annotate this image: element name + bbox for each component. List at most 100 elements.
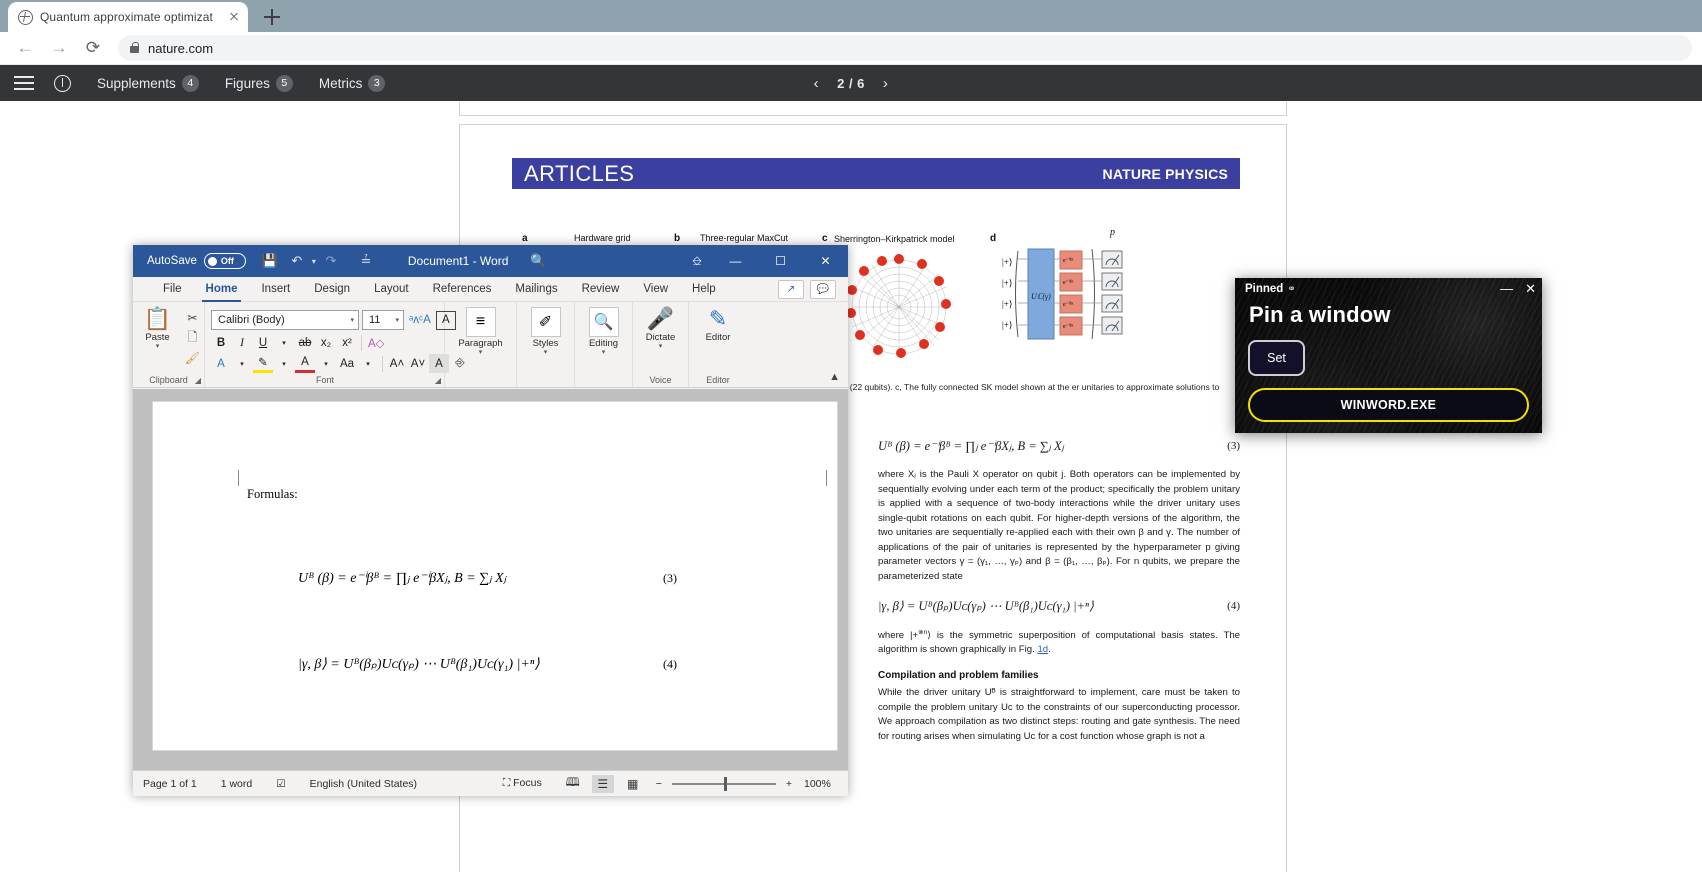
address-bar[interactable]: nature.com (118, 35, 1692, 61)
editor-button[interactable]: ✎ Editor (693, 305, 743, 343)
underline-dropdown-icon[interactable]: ▾ (274, 333, 294, 352)
scissors-icon[interactable]: ✂ (183, 309, 203, 327)
microsoft-word-window[interactable]: AutoSave Off 💾 ↶ ▾ ↷ ≟ Document1 - Word … (133, 245, 848, 796)
underline-button[interactable]: U (253, 333, 273, 352)
read-mode-icon[interactable]: 🕮 (562, 775, 584, 793)
forward-button[interactable]: → (44, 33, 74, 63)
font-size-input[interactable]: 11 ▾ (362, 310, 404, 330)
change-case-button[interactable]: Aa (337, 354, 357, 373)
tab-insert[interactable]: Insert (249, 277, 302, 302)
back-button[interactable]: ← (10, 33, 40, 63)
font-dialog-launcher-icon[interactable]: ◢ (435, 376, 441, 385)
highlight-dropdown-icon[interactable]: ▾ (274, 354, 294, 373)
tab-references[interactable]: References (421, 277, 504, 302)
proofing-icon[interactable]: ☑ (264, 778, 297, 790)
qat-more-icon[interactable]: ≟ (354, 250, 378, 272)
status-word-count[interactable]: 1 word (209, 778, 265, 790)
hamburger-icon[interactable] (14, 76, 34, 90)
dictate-dropdown-icon[interactable]: ▾ (659, 343, 663, 351)
pin-close-button[interactable]: ✕ (1525, 281, 1536, 297)
dictate-button[interactable]: 🎤 Dictate ▾ (637, 305, 685, 351)
clear-formatting-icon[interactable]: A◇ (366, 333, 387, 352)
comments-icon[interactable]: 💬 (810, 280, 836, 299)
search-icon[interactable]: 🔍 (530, 253, 546, 269)
ribbon-group-editing[interactable]: 🔍 Editing ▾ (575, 302, 633, 387)
styles-dropdown-icon[interactable]: ▾ (544, 349, 548, 357)
maximize-button[interactable]: ☐ (758, 245, 803, 277)
word-document-page[interactable]: Formulas: Uᴮ (β) = e⁻ⁱβᴮ = ∏ⱼ e⁻ⁱβXⱼ, B … (152, 401, 838, 751)
pin-minimize-button[interactable]: — (1500, 281, 1513, 297)
pdf-link-supplements[interactable]: Supplements 4 (97, 75, 199, 92)
print-layout-icon[interactable]: ☰ (592, 775, 614, 793)
zoom-out-button[interactable]: − (652, 778, 666, 790)
copy-icon[interactable]: 🗋 (183, 329, 203, 347)
tab-file[interactable]: File (151, 277, 194, 302)
undo-icon[interactable]: ↶ (285, 250, 309, 272)
collapse-ribbon-icon[interactable]: ▲ (829, 371, 840, 383)
tab-view[interactable]: View (631, 277, 680, 302)
paste-dropdown-icon[interactable]: ▾ (156, 343, 160, 351)
font-name-input[interactable]: Calibri (Body) ▾ (211, 310, 359, 330)
web-layout-icon[interactable]: ▦ (622, 775, 644, 793)
zoom-in-button[interactable]: + (782, 778, 796, 790)
tab-layout[interactable]: Layout (362, 277, 421, 302)
zoom-slider-thumb[interactable] (724, 777, 727, 791)
reload-button[interactable]: ⟳ (78, 33, 108, 63)
tab-home[interactable]: Home (194, 277, 250, 302)
undo-dropdown-icon[interactable]: ▾ (312, 257, 316, 266)
paste-button[interactable]: 📋 Paste ▾ (135, 305, 181, 367)
tab-review[interactable]: Review (570, 277, 632, 302)
tab-mailings[interactable]: Mailings (503, 277, 569, 302)
chevron-down-icon[interactable]: ▾ (350, 316, 354, 324)
editing-dropdown-icon[interactable]: ▾ (602, 349, 606, 357)
tab-design[interactable]: Design (302, 277, 362, 302)
pdf-next-page-button[interactable]: › (883, 75, 889, 92)
styles-button[interactable]: ✐ Styles ▾ (521, 305, 571, 357)
figure-1d-link[interactable]: 1d (1037, 644, 1048, 655)
superscript-button[interactable]: x² (337, 333, 357, 352)
autosave-toggle[interactable]: Off (204, 253, 246, 269)
strikethrough-button[interactable]: ab (295, 333, 315, 352)
italic-button[interactable]: I (232, 333, 252, 352)
paragraph-dropdown-icon[interactable]: ▾ (479, 349, 483, 357)
text-effects-dropdown-icon[interactable]: ▾ (232, 354, 252, 373)
format-painter-icon[interactable]: 🖌 (183, 349, 203, 367)
ribbon-group-editor[interactable]: ✎ Editor Editor (689, 302, 747, 387)
status-page[interactable]: Page 1 of 1 (143, 778, 209, 790)
close-button[interactable]: ✕ (803, 245, 848, 277)
new-tab-button[interactable] (258, 3, 286, 31)
zoom-level-label[interactable]: 100% (804, 778, 838, 790)
pdf-link-metrics[interactable]: Metrics 3 (319, 75, 386, 92)
minimize-button[interactable]: — (713, 245, 758, 277)
text-effects-icon[interactable]: A (211, 354, 231, 373)
share-icon[interactable]: ↗ (778, 280, 804, 299)
clipboard-dialog-launcher-icon[interactable]: ◢ (195, 376, 201, 385)
ribbon-group-styles[interactable]: ✐ Styles ▾ (517, 302, 575, 387)
subscript-button[interactable]: x₂ (316, 333, 336, 352)
font-color-dropdown-icon[interactable]: ▾ (316, 354, 336, 373)
editing-button[interactable]: 🔍 Editing ▾ (579, 305, 629, 357)
shrink-font-button[interactable]: A˅ (408, 354, 428, 373)
change-case-dropdown-icon[interactable]: ▾ (358, 354, 378, 373)
ribbon-group-voice[interactable]: 🎤 Dictate ▾ Voice (633, 302, 689, 387)
status-language[interactable]: English (United States) (298, 778, 429, 790)
grow-font-button[interactable]: A˄ (387, 354, 407, 373)
ribbon-group-paragraph[interactable]: ≡ Paragraph ▾ (445, 302, 517, 387)
zoom-slider-track[interactable] (672, 783, 776, 785)
chevron-down-icon[interactable]: ▾ (395, 316, 399, 324)
presence-icon[interactable]: ⎒ (681, 245, 713, 277)
phonetic-guide-icon[interactable]: ᵃᴧᶜA (407, 311, 433, 330)
pdf-link-figures[interactable]: Figures 5 (225, 75, 293, 92)
browser-tab[interactable]: Quantum approximate optimizat (8, 2, 248, 32)
word-document-area[interactable]: Formulas: Uᴮ (β) = e⁻ⁱβᴮ = ∏ⱼ e⁻ⁱβXⱼ, B … (133, 389, 848, 770)
save-icon[interactable]: 💾 (258, 250, 282, 272)
pdf-prev-page-button[interactable]: ‹ (814, 75, 820, 92)
pin-a-window-overlay[interactable]: Pinned ⚭ — ✕ Pin a window Set WINWORD.EX… (1235, 278, 1542, 433)
bold-button[interactable]: B (211, 333, 231, 352)
zoom-slider[interactable]: − + (652, 778, 796, 790)
focus-button[interactable]: ⛶ Focus (491, 777, 554, 790)
close-icon[interactable] (226, 9, 242, 25)
set-button[interactable]: Set (1248, 340, 1305, 376)
info-icon[interactable] (54, 75, 71, 92)
tab-help[interactable]: Help (680, 277, 728, 302)
